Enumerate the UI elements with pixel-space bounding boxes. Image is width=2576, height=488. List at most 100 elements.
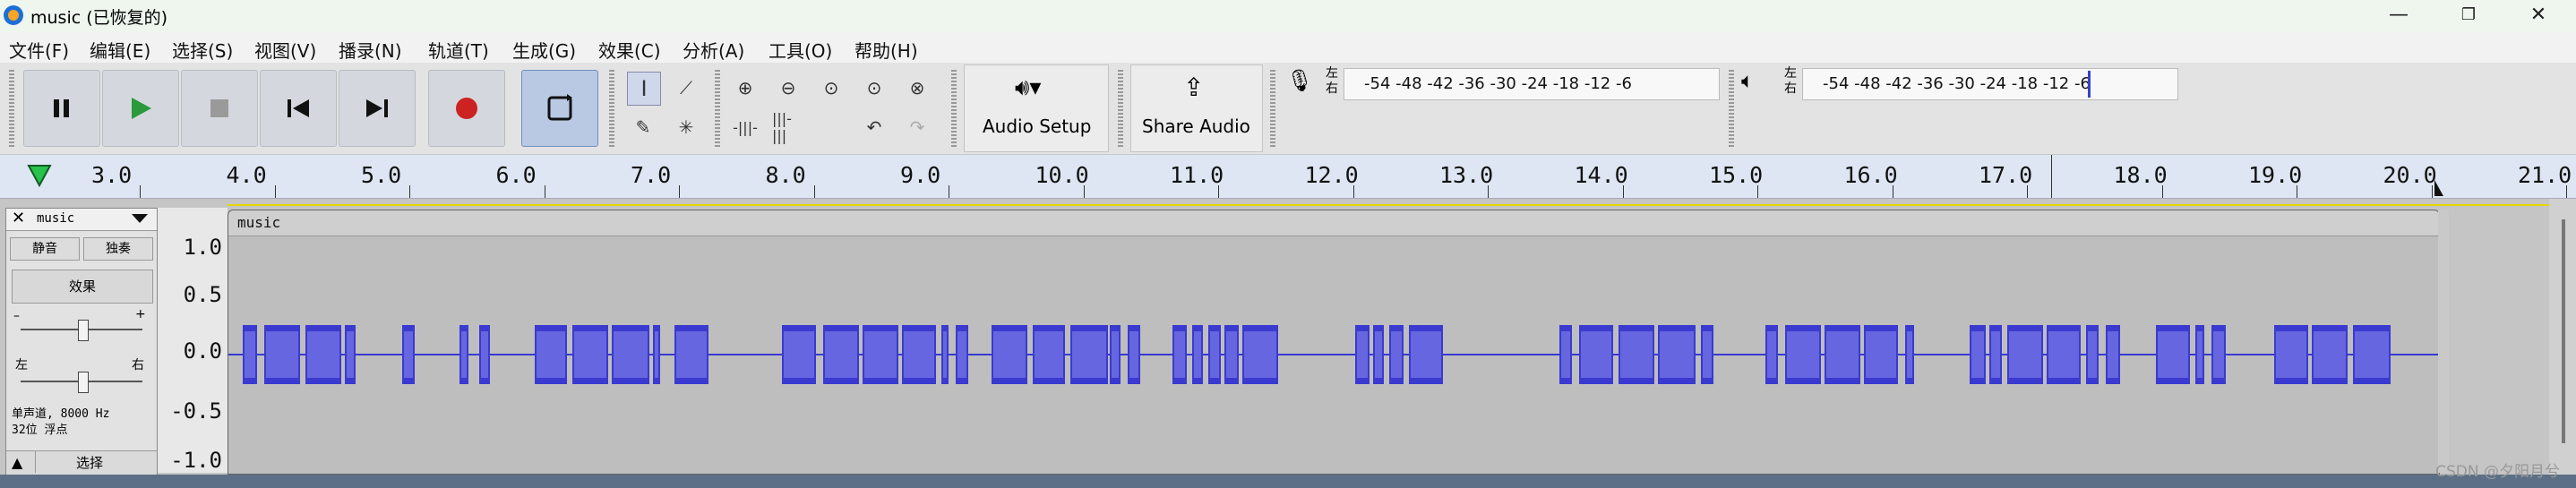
zoom-out-button[interactable]: ⊖ <box>772 72 804 104</box>
amplitude-scale[interactable]: 1.0 0.5 0.0 -0.5 -1.0 <box>158 208 228 473</box>
clip-header[interactable]: music <box>228 210 2439 236</box>
solo-button[interactable]: 独奏 <box>83 237 153 261</box>
pencil-icon: ✎ <box>635 116 651 138</box>
scale-label: -0.5 <box>170 398 222 424</box>
menu-select[interactable]: 选择(S) <box>172 37 233 63</box>
waveform-block-inner <box>676 331 707 378</box>
waveform-block-inner <box>1391 331 1402 378</box>
ruler-label: 6.0 <box>495 162 537 188</box>
waveform-block-inner <box>1244 331 1276 378</box>
zoom-out-icon: ⊖ <box>780 77 796 98</box>
effects-button[interactable]: 效果 <box>12 270 153 304</box>
loop-button[interactable] <box>521 70 598 147</box>
zoom-toggle-icon: ⊗ <box>909 77 925 98</box>
playback-speaker-icon[interactable]: 🔈︎ <box>1741 68 1754 93</box>
waveform-block-inner <box>245 331 255 378</box>
pan-slider-handle[interactable] <box>78 372 89 393</box>
menu-edit[interactable]: 编辑(E) <box>90 37 150 63</box>
waveform-block-inner <box>784 331 814 378</box>
menu-file[interactable]: 文件(F) <box>9 37 69 63</box>
fit-selection-button[interactable]: ⊙ <box>815 72 847 104</box>
i-beam-icon: I <box>640 76 648 101</box>
restore-button[interactable]: ❐ <box>2440 0 2497 30</box>
track-menu-dropdown-icon[interactable] <box>132 214 148 225</box>
clip-end-area <box>2438 210 2449 473</box>
collapse-track-icon[interactable]: ▲ <box>12 454 22 471</box>
pause-button[interactable] <box>23 70 100 147</box>
trim-button[interactable]: -|||- <box>729 111 761 143</box>
ruler-tick <box>409 185 410 198</box>
waveform-block-inner <box>404 331 413 378</box>
track-name[interactable]: music <box>37 211 74 226</box>
menu-analyze[interactable]: 分析(A) <box>683 37 744 63</box>
waveform-block-inner <box>1620 331 1653 378</box>
selection-tool[interactable]: I <box>627 72 661 106</box>
waveform-block-inner <box>655 331 658 378</box>
waveform-block-inner <box>2213 331 2224 378</box>
multi-tool[interactable]: ✳ <box>670 111 702 143</box>
recording-meter[interactable]: -54 -48 -42 -36 -30 -24 -18 -12 -6 <box>1344 68 1720 100</box>
audio-clip[interactable]: music <box>228 210 2440 475</box>
ruler-label: 12.0 <box>1304 162 1359 188</box>
selection-end-marker-icon[interactable] <box>2433 178 2445 198</box>
gain-slider-handle[interactable] <box>78 320 89 341</box>
mute-button[interactable]: 静音 <box>10 237 80 261</box>
window-title: music (已恢复的) <box>30 8 168 28</box>
skip-to-end-button[interactable] <box>339 70 416 147</box>
redo-button[interactable]: ↷ <box>901 111 933 143</box>
ruler-tick <box>2161 185 2163 198</box>
undo-icon: ↶ <box>866 116 882 138</box>
minimize-button[interactable]: — <box>2370 0 2427 30</box>
toolbar-grip <box>951 70 957 147</box>
zoom-in-icon: ⊕ <box>737 77 753 98</box>
waveform-block-inner <box>1035 331 1063 378</box>
menu-bar: 文件(F) 编辑(E) 选择(S) 视图(V) 播录(N) 轨道(T) 生成(G… <box>0 32 2576 63</box>
menu-tracks[interactable]: 轨道(T) <box>428 37 489 63</box>
share-audio-button[interactable]: ⇪ Share Audio <box>1130 64 1263 152</box>
fit-project-button[interactable]: ⊙ <box>858 72 890 104</box>
audio-setup-button[interactable]: 🔊︎▾ Audio Setup <box>964 64 1109 152</box>
timeline-ruler[interactable]: 3.0 4.0 5.0 6.0 7.0 8.0 9.0 10.0 11.0 12.0 13.0 14.… <box>0 155 2576 199</box>
close-track-icon[interactable]: ✕ <box>12 209 25 227</box>
waveform-block-inner <box>1581 331 1611 378</box>
record-button[interactable] <box>428 70 505 147</box>
play-head-triangle-icon[interactable] <box>27 164 54 189</box>
track-header: ✕ music <box>6 209 157 231</box>
select-track-button[interactable]: 选择 <box>35 451 143 473</box>
playback-meter[interactable]: -54 -48 -42 -36 -30 -24 -18 -12 -6 <box>1802 68 2178 100</box>
menu-tools[interactable]: 工具(O) <box>769 37 832 63</box>
microphone-icon[interactable]: 🎙︎ <box>1286 68 1313 93</box>
waveform-block-inner <box>1767 331 1776 378</box>
menu-help[interactable]: 帮助(H) <box>854 37 918 63</box>
waveform-block-inner <box>2108 331 2118 378</box>
skip-to-start-button[interactable] <box>260 70 337 147</box>
menu-record[interactable]: 播录(N) <box>339 37 402 63</box>
toolbar-grip <box>1729 70 1734 147</box>
silence-button[interactable]: |||-||| <box>772 110 804 144</box>
title-bar: music (已恢复的) — ❐ ✕ <box>0 0 2576 32</box>
ruler-tick <box>1218 185 1219 198</box>
draw-tool[interactable]: ✎ <box>627 111 659 143</box>
share-icon: ⇪ <box>1183 73 1205 102</box>
stop-button[interactable] <box>181 70 258 147</box>
play-button[interactable] <box>102 70 179 147</box>
ruler-label: 5.0 <box>361 162 402 188</box>
waveform-block-inner <box>1826 331 1859 378</box>
trim-icon: -|||- <box>733 118 758 136</box>
toolbar-grip[interactable] <box>9 70 14 147</box>
envelope-tool[interactable]: ⟋ <box>670 72 702 104</box>
zoom-in-button[interactable]: ⊕ <box>729 72 761 104</box>
ruler-label: 21.0 <box>2518 162 2572 188</box>
undo-button[interactable]: ↶ <box>858 111 890 143</box>
close-button[interactable]: ✕ <box>2510 0 2567 30</box>
waveform-block-inner <box>825 331 857 378</box>
menu-view[interactable]: 视图(V) <box>254 37 316 63</box>
speaker-icon: 🔊︎▾ <box>1015 74 1042 101</box>
scale-label: 1.0 <box>183 235 222 260</box>
menu-generate[interactable]: 生成(G) <box>512 37 576 63</box>
ruler-tick <box>1488 185 1489 198</box>
zoom-toggle-button[interactable]: ⊗ <box>901 72 933 104</box>
vertical-scrollbar[interactable] <box>2562 219 2565 443</box>
zoom-fit-icon: ⊙ <box>866 77 882 98</box>
menu-effect[interactable]: 效果(C) <box>598 37 661 63</box>
